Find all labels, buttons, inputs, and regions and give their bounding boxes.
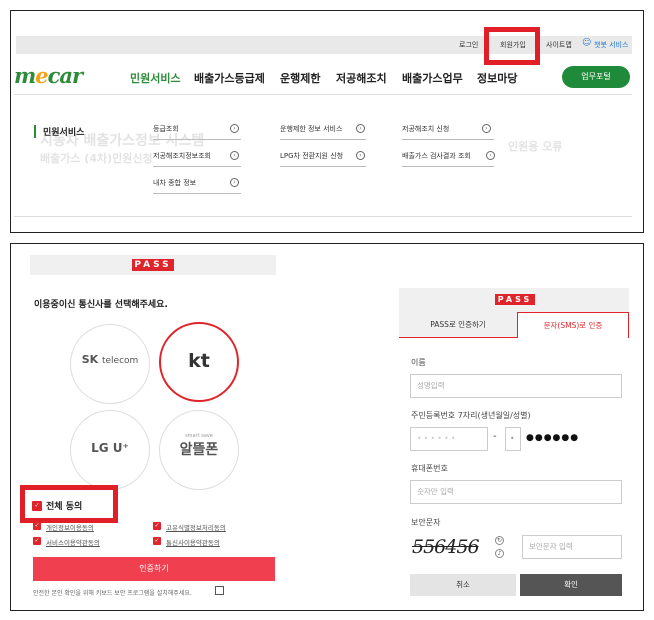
submenu-low-emission-apply[interactable]: 저공해조치 신청 bbox=[402, 124, 494, 140]
phone-label: 휴대폰번호 bbox=[411, 464, 448, 473]
submenu-my-car-info[interactable]: 내차 종합 정보 bbox=[153, 178, 241, 194]
submenu-grade-lookup[interactable]: 등급조회 bbox=[153, 124, 241, 140]
biz-portal-button[interactable]: 업무포털 bbox=[562, 66, 630, 88]
chevron-right-icon: › bbox=[230, 151, 239, 160]
submenu-title: 민원서비스 bbox=[34, 125, 84, 138]
agree-unique-id-link[interactable]: 고유식별정보처리동의 bbox=[166, 522, 226, 532]
highlight-signup bbox=[484, 27, 540, 65]
submenu-restriction-info[interactable]: 운행제한 정보 서비스 bbox=[280, 124, 366, 140]
refresh-icon[interactable]: ↻ bbox=[495, 536, 504, 545]
captcha-input[interactable]: 보안문자 입력 bbox=[522, 535, 622, 559]
sitemap-link[interactable]: 사이트맵 bbox=[546, 40, 572, 50]
agree-carrier-terms-link[interactable]: 통신사이용약관동의 bbox=[166, 537, 220, 547]
carrier-kt[interactable]: kt bbox=[159, 322, 239, 402]
captcha-label: 보안문자 bbox=[411, 518, 441, 527]
nav-emission-work[interactable]: 배출가스업무 bbox=[402, 70, 463, 86]
mecar-logo[interactable]: mecar bbox=[14, 63, 83, 88]
bottom-rule bbox=[14, 216, 632, 217]
agree-checkbox[interactable]: ✓ bbox=[153, 522, 161, 530]
rrn-label: 주민등록번호 7자리(생년월일/성별) bbox=[411, 411, 531, 420]
install-checkbox[interactable] bbox=[215, 586, 224, 595]
submit-auth-button[interactable]: 인증하기 bbox=[33, 557, 275, 581]
ghost-text: 인원용 오류 bbox=[508, 140, 563, 153]
chevron-right-icon: › bbox=[230, 178, 239, 187]
rrn-masked-digits: ●●●●●● bbox=[526, 433, 580, 443]
submenu-lpg-conversion[interactable]: LPG차 전환지원 신청 bbox=[280, 151, 366, 167]
carrier-mvno[interactable]: smart save 알뜰폰 bbox=[159, 410, 239, 490]
rrn-back-input[interactable]: • bbox=[505, 427, 521, 451]
chatbot-icon: ☺ bbox=[582, 38, 592, 48]
name-input[interactable]: 성명입력 bbox=[410, 374, 622, 398]
agree-checkbox[interactable]: ✓ bbox=[153, 537, 161, 545]
chatbot-link[interactable]: 챗봇 서비스 bbox=[594, 40, 628, 50]
nav-info[interactable]: 정보마당 bbox=[477, 70, 517, 86]
chevron-right-icon: › bbox=[356, 151, 365, 160]
sms-pass-logo: PASS bbox=[495, 294, 535, 305]
mvno-logo-text: 알뜰폰 bbox=[179, 442, 219, 458]
chevron-right-icon: › bbox=[486, 151, 495, 160]
submenu-emission-test-result[interactable]: 배출가스 검사결과 조회 bbox=[402, 151, 494, 167]
kt-logo-text: kt bbox=[188, 350, 210, 372]
carrier-lgu[interactable]: LG U⁺ bbox=[70, 410, 150, 490]
login-link[interactable]: 로그인 bbox=[459, 40, 478, 50]
agree-terms-link[interactable]: 서비스이용약관동의 bbox=[46, 537, 100, 547]
ghost-text: 배출가스 (4차)민원신청 bbox=[40, 152, 153, 165]
nav-low-emission[interactable]: 저공해조치 bbox=[336, 70, 387, 86]
agree-privacy-link[interactable]: 개인정보이용동의 bbox=[46, 522, 94, 532]
carrier-skt[interactable]: SK telecom bbox=[70, 324, 150, 404]
audio-icon[interactable]: ♪ bbox=[495, 549, 504, 558]
captcha-image: 556456 bbox=[412, 536, 480, 558]
phone-input[interactable]: 숫자만 입력 bbox=[410, 480, 622, 504]
nav-emission-grade[interactable]: 배출가스등급제 bbox=[194, 70, 265, 86]
agree-all-checkbox[interactable]: ✓ bbox=[32, 501, 42, 511]
submenu-low-emission-lookup[interactable]: 저공해조치정보조회 bbox=[153, 151, 241, 167]
rrn-dash: - bbox=[493, 431, 497, 442]
lgu-logo-text: LG U⁺ bbox=[91, 441, 129, 455]
nav-driving-restriction[interactable]: 운행제한 bbox=[280, 70, 320, 86]
nav-divider bbox=[14, 94, 632, 95]
rrn-front-input[interactable]: • • • • • • bbox=[410, 427, 488, 451]
name-label: 이름 bbox=[411, 358, 426, 367]
chevron-right-icon: › bbox=[482, 124, 491, 133]
carrier-heading: 이용중이신 통신사를 선택해주세요. bbox=[34, 300, 168, 310]
chevron-right-icon: › bbox=[230, 124, 239, 133]
agree-all-label: 전체 동의 bbox=[46, 502, 83, 512]
chevron-right-icon: › bbox=[356, 124, 365, 133]
confirm-button[interactable]: 확인 bbox=[520, 574, 622, 596]
agree-checkbox[interactable]: ✓ bbox=[33, 522, 41, 530]
skt-logo-text: SK telecom bbox=[81, 353, 139, 366]
cancel-button[interactable]: 취소 bbox=[410, 574, 516, 596]
keyboard-security-note: 안전한 본인 확인을 위해 키보드 보안 프로그램을 설치해주세요. bbox=[33, 590, 192, 597]
pass-logo: PASS bbox=[132, 259, 174, 271]
tab-sms-auth[interactable]: 문자(SMS)로 인증 bbox=[517, 312, 629, 338]
agree-checkbox[interactable]: ✓ bbox=[33, 537, 41, 545]
tab-pass-auth[interactable]: PASS로 인증하기 bbox=[399, 312, 517, 338]
nav-civil-service[interactable]: 민원서비스 bbox=[130, 70, 181, 86]
